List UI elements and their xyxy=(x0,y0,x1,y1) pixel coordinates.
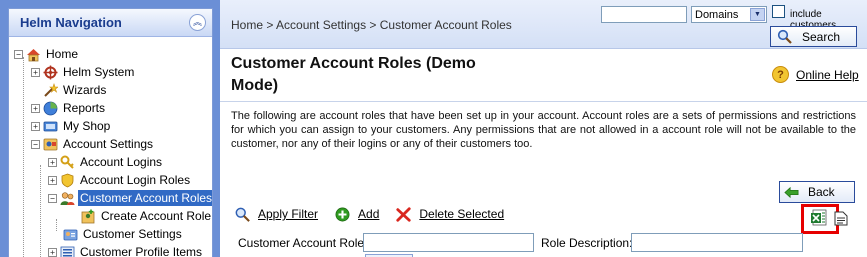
delete-x-icon xyxy=(396,206,412,222)
profile-items-icon xyxy=(60,245,75,257)
domains-select[interactable]: Domains ▼ xyxy=(691,6,767,23)
magnifier-icon xyxy=(235,207,250,222)
sidebar-item-customer-account-roles[interactable]: − Customer Account Roles xyxy=(48,189,213,207)
sidebar-item-label: Home xyxy=(46,47,79,61)
delete-selected-button[interactable]: Delete Selected xyxy=(396,206,505,222)
sidebar-item-label: Helm System xyxy=(63,65,135,79)
expand-toggle[interactable]: + xyxy=(31,67,40,77)
sidebar-item-customer-settings[interactable]: Customer Settings xyxy=(63,225,184,243)
sidebar-item-label: Account Logins xyxy=(80,155,163,169)
sidebar: Helm Navigation ︽ − Home + Helm System W… xyxy=(0,0,220,257)
sidebar-item-label: My Shop xyxy=(63,119,111,133)
sidebar-item-label: Account Settings xyxy=(63,137,154,151)
navigation-title: Helm Navigation xyxy=(20,15,122,30)
navigation-header: Helm Navigation ︽ xyxy=(9,9,212,37)
domains-select-value: Domains xyxy=(695,8,739,21)
sidebar-item-label: Wizards xyxy=(63,83,107,97)
help-icon: ? xyxy=(772,66,789,83)
tree-connector xyxy=(23,57,24,257)
back-button-label: Back xyxy=(808,185,835,199)
home-icon xyxy=(26,47,41,62)
shield-icon xyxy=(60,173,75,188)
sidebar-item-label: Create Account Role xyxy=(101,209,212,223)
sidebar-item-label: Account Login Roles xyxy=(80,173,191,187)
expand-toggle[interactable]: + xyxy=(48,175,57,185)
sidebar-item-label: Reports xyxy=(63,101,106,115)
role-description-input[interactable] xyxy=(631,233,803,252)
customer-account-role-label: Customer Account Role: xyxy=(238,236,368,250)
sidebar-item-create-account-role[interactable]: Create Account Role xyxy=(81,207,212,225)
search-button-label: Search xyxy=(802,29,841,44)
main-content: Home > Account Settings > Customer Accou… xyxy=(220,0,867,257)
sidebar-item-home[interactable]: − Home xyxy=(14,45,80,63)
plus-icon xyxy=(335,207,350,222)
keys-icon xyxy=(60,155,75,170)
sidebar-item-helm-system[interactable]: + Helm System xyxy=(31,63,136,81)
sidebar-item-customer-profile-items[interactable]: + Customer Profile Items xyxy=(48,243,204,257)
wand-icon xyxy=(43,82,58,98)
expand-toggle[interactable]: + xyxy=(48,247,57,257)
double-chevron-up-icon[interactable]: ︽ xyxy=(189,14,206,31)
collapse-toggle[interactable]: − xyxy=(48,193,57,203)
role-description-label: Role Description: xyxy=(541,236,633,250)
sidebar-item-label: Customer Profile Items xyxy=(80,245,203,257)
expand-toggle[interactable]: + xyxy=(31,103,40,113)
account-settings-icon xyxy=(43,137,58,152)
include-customers-checkbox[interactable] xyxy=(772,5,785,18)
add-label: Add xyxy=(358,207,380,221)
navigation-panel: Helm Navigation ︽ − Home + Helm System W… xyxy=(8,8,213,257)
apply-filter-button[interactable]: Apply Filter xyxy=(235,207,318,222)
sidebar-item-label: Customer Account Roles xyxy=(78,190,213,206)
tree-connector xyxy=(40,165,41,257)
chevron-down-icon: ▼ xyxy=(750,8,765,21)
search-icon xyxy=(777,29,792,44)
excel-export-icon[interactable] xyxy=(810,209,827,226)
shop-icon xyxy=(43,119,58,134)
sidebar-item-account-settings[interactable]: − Account Settings xyxy=(31,135,155,153)
collapse-toggle[interactable]: − xyxy=(14,49,23,59)
top-bar: Home > Account Settings > Customer Accou… xyxy=(220,0,867,49)
apply-filter-label: Apply Filter xyxy=(258,207,319,221)
delete-selected-label: Delete Selected xyxy=(419,207,505,221)
search-button[interactable]: Search xyxy=(770,26,857,47)
search-input[interactable] xyxy=(601,6,687,23)
back-button[interactable]: Back xyxy=(779,181,855,203)
customer-settings-icon xyxy=(63,227,78,242)
users-icon xyxy=(60,191,75,206)
sidebar-item-account-logins[interactable]: + Account Logins xyxy=(48,153,164,171)
online-help-label: Online Help xyxy=(796,67,859,82)
page-header: Customer Account Roles (Demo Mode) ? Onl… xyxy=(220,49,867,102)
add-button[interactable]: Add xyxy=(335,207,379,222)
back-arrow-icon xyxy=(784,185,799,200)
expand-toggle[interactable]: + xyxy=(31,121,40,131)
helm-wheel-icon xyxy=(43,65,58,80)
collapse-toggle[interactable]: − xyxy=(31,139,40,149)
add-user-icon xyxy=(81,209,96,224)
page-description: The following are account roles that hav… xyxy=(231,110,856,150)
sidebar-item-wizards[interactable]: Wizards xyxy=(43,81,108,99)
sidebar-item-label: Customer Settings xyxy=(83,227,182,241)
grid-toolbar: Apply Filter Add Delete Selected xyxy=(235,205,521,223)
tree-connector xyxy=(56,219,57,231)
sidebar-item-account-login-roles[interactable]: + Account Login Roles xyxy=(48,171,192,189)
expand-toggle[interactable]: + xyxy=(48,157,57,167)
breadcrumb: Home > Account Settings > Customer Accou… xyxy=(231,18,512,32)
document-export-icon[interactable] xyxy=(834,211,848,226)
page-title: Customer Account Roles (Demo Mode) xyxy=(231,55,476,94)
sidebar-item-my-shop[interactable]: + My Shop xyxy=(31,117,112,135)
reports-icon xyxy=(43,101,58,116)
sidebar-item-reports[interactable]: + Reports xyxy=(31,99,107,117)
online-help-link[interactable]: ? Online Help xyxy=(772,66,859,83)
customer-account-role-input[interactable] xyxy=(363,233,534,252)
